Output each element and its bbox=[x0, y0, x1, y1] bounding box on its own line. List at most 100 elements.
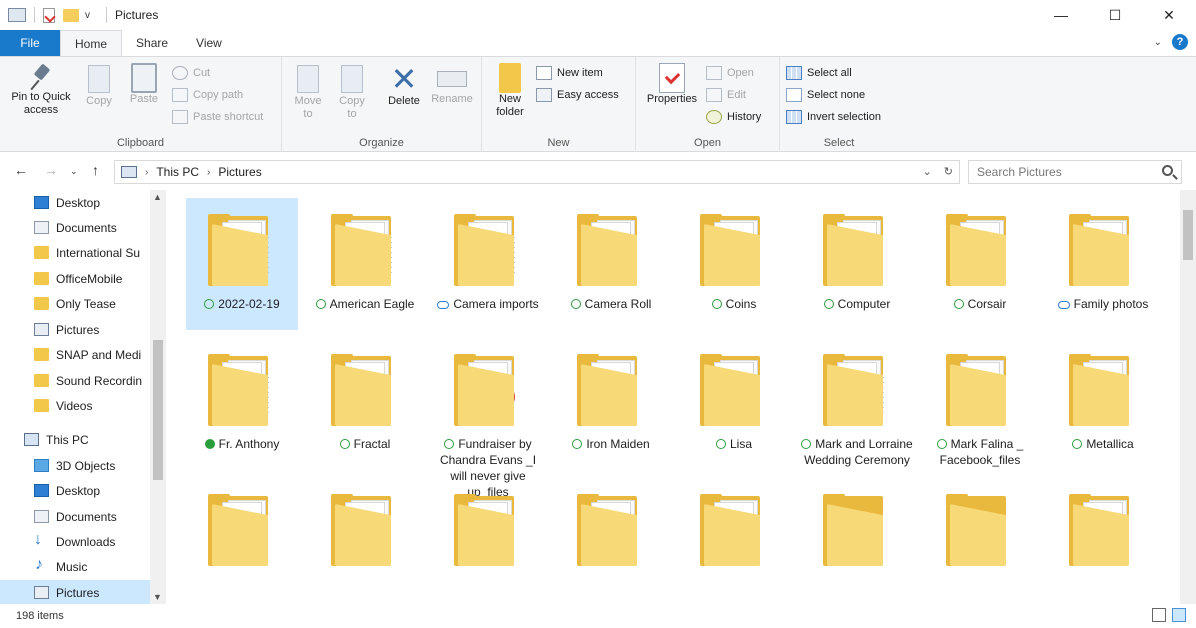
rename-button[interactable]: Rename bbox=[428, 63, 476, 106]
open-button[interactable]: Open bbox=[706, 63, 754, 83]
folder-item[interactable]: Corsair bbox=[924, 198, 1036, 330]
content-scrollbar[interactable] bbox=[1180, 190, 1196, 604]
folder-item[interactable]: Camera imports bbox=[432, 198, 544, 330]
copy-path-button[interactable]: Copy path bbox=[172, 85, 243, 105]
sidebar-item-pictures[interactable]: Pictures bbox=[0, 580, 152, 604]
help-icon[interactable]: ? bbox=[1172, 34, 1188, 50]
folder-name-text: Corsair bbox=[967, 297, 1007, 311]
up-arrow-icon[interactable]: ↑ bbox=[92, 162, 99, 178]
history-button[interactable]: History bbox=[706, 107, 761, 127]
pin-to-quick-access-button[interactable]: Pin to Quick access bbox=[6, 63, 76, 117]
recent-locations-chevron-icon[interactable]: ⌄ bbox=[70, 166, 78, 177]
folder-item[interactable]: Fundraiser by Chandra Evans _I will neve… bbox=[432, 338, 544, 499]
maximize-button[interactable]: ☐ bbox=[1088, 0, 1142, 30]
select-all-button[interactable]: Select all bbox=[786, 63, 852, 83]
folder-item[interactable] bbox=[924, 478, 1036, 604]
folder-item[interactable] bbox=[1047, 478, 1159, 604]
cut-button[interactable]: Cut bbox=[172, 63, 210, 83]
breadcrumb-pictures[interactable]: Pictures bbox=[218, 165, 261, 179]
folder-item[interactable]: Iron Maiden bbox=[555, 338, 667, 470]
sidebar-item-international-su[interactable]: International Su bbox=[0, 240, 152, 265]
tab-view[interactable]: View bbox=[182, 30, 236, 56]
back-arrow-icon[interactable]: ← bbox=[14, 162, 28, 178]
sidebar-item-pictures[interactable]: Pictures bbox=[0, 317, 152, 342]
folder-item[interactable] bbox=[309, 478, 421, 604]
new-folder-quick-icon[interactable] bbox=[63, 8, 79, 22]
breadcrumb-this-pc[interactable]: This PC bbox=[156, 165, 199, 179]
folder-item[interactable]: Computer bbox=[801, 198, 913, 330]
address-bar[interactable]: › This PC › Pictures ⌄ ↻ bbox=[114, 160, 960, 184]
folder-item[interactable]: Mark and Lorraine Wedding Ceremony bbox=[801, 338, 913, 470]
sidebar-item-downloads[interactable]: Downloads bbox=[0, 529, 152, 554]
pictures-icon bbox=[34, 323, 49, 336]
folder-item[interactable]: Camera Roll bbox=[555, 198, 667, 330]
new-folder-button[interactable]: New folder bbox=[488, 63, 532, 119]
collapse-ribbon-icon[interactable]: ⌄ bbox=[1154, 37, 1162, 48]
folder-item[interactable] bbox=[801, 478, 913, 604]
invert-selection-button[interactable]: Invert selection bbox=[786, 107, 881, 127]
minimize-button[interactable]: — bbox=[1034, 0, 1088, 30]
folder-item[interactable]: Mark Falina _ Facebook_files bbox=[924, 338, 1036, 470]
delete-button[interactable]: ✕ Delete bbox=[382, 63, 426, 108]
sidebar-item-3d-objects[interactable]: 3D Objects bbox=[0, 453, 152, 478]
navigation-pane-scrollbar[interactable]: ▲ ▼ bbox=[150, 190, 166, 604]
cloud-status-icon bbox=[1057, 301, 1070, 309]
scroll-up-icon[interactable]: ▲ bbox=[153, 192, 162, 202]
search-input[interactable]: Search Pictures bbox=[968, 160, 1182, 184]
folder-item[interactable]: Metallica bbox=[1047, 338, 1159, 470]
details-view-button[interactable] bbox=[1152, 608, 1166, 622]
explorer-window-icon[interactable] bbox=[8, 8, 26, 22]
sidebar-item-documents[interactable]: Documents bbox=[0, 215, 152, 240]
copy-button[interactable]: Copy bbox=[80, 63, 118, 108]
edit-button[interactable]: Edit bbox=[706, 85, 746, 105]
easy-access-button[interactable]: Easy access bbox=[536, 85, 619, 105]
sidebar-item-this-pc[interactable]: This PC bbox=[0, 427, 152, 452]
properties-button[interactable]: Properties bbox=[642, 63, 702, 106]
breadcrumb-separator[interactable]: › bbox=[207, 167, 210, 178]
paste-button[interactable]: Paste bbox=[124, 63, 164, 106]
sidebar-item-sound-recordin[interactable]: Sound Recordin bbox=[0, 368, 152, 393]
sidebar-item-desktop[interactable]: Desktop bbox=[0, 478, 152, 503]
navigation-scroll-thumb[interactable] bbox=[153, 340, 163, 480]
large-icons-view-button[interactable] bbox=[1172, 608, 1186, 622]
folder-item[interactable] bbox=[555, 478, 667, 604]
folder-item[interactable]: Lisa bbox=[678, 338, 790, 470]
move-to-button[interactable]: Move to bbox=[288, 63, 328, 121]
folder-item[interactable] bbox=[186, 478, 298, 604]
address-history-chevron-icon[interactable]: ⌄ bbox=[923, 165, 932, 178]
properties-quick-icon[interactable] bbox=[43, 7, 55, 23]
sidebar-item-desktop[interactable]: Desktop bbox=[0, 190, 152, 215]
folder-item[interactable]: Coins bbox=[678, 198, 790, 330]
copy-to-button[interactable]: Copy to bbox=[332, 63, 372, 121]
folder-item[interactable]: American Eagle bbox=[309, 198, 421, 330]
sidebar-item-documents[interactable]: Documents bbox=[0, 504, 152, 529]
folder-item[interactable] bbox=[432, 478, 544, 604]
tab-file[interactable]: File bbox=[0, 30, 60, 56]
sidebar-item-snap-and-medi[interactable]: SNAP and Medi bbox=[0, 342, 152, 367]
paste-shortcut-button[interactable]: Paste shortcut bbox=[172, 107, 263, 127]
tab-share[interactable]: Share bbox=[122, 30, 182, 56]
sidebar-item-only-tease[interactable]: Only Tease bbox=[0, 291, 152, 316]
scroll-down-icon[interactable]: ▼ bbox=[153, 592, 162, 602]
folder-item[interactable]: Fractal bbox=[309, 338, 421, 470]
sidebar-item-officemobile[interactable]: OfficeMobile bbox=[0, 266, 152, 291]
tab-home[interactable]: Home bbox=[60, 30, 123, 56]
content-scroll-thumb[interactable] bbox=[1183, 210, 1193, 260]
forward-arrow-icon[interactable]: → bbox=[44, 162, 58, 178]
sync-status-icon bbox=[204, 439, 215, 449]
folder-item[interactable]: 2022-02-19 bbox=[186, 198, 298, 330]
sidebar-item-music[interactable]: Music bbox=[0, 554, 152, 579]
sidebar-item-label: Documents bbox=[56, 509, 117, 524]
sidebar-item-videos[interactable]: Videos bbox=[0, 393, 152, 418]
edit-label: Edit bbox=[727, 89, 746, 101]
close-button[interactable]: ✕ bbox=[1142, 0, 1196, 30]
select-none-button[interactable]: Select none bbox=[786, 85, 865, 105]
breadcrumb-separator[interactable]: › bbox=[145, 167, 148, 178]
invert-selection-label: Invert selection bbox=[807, 111, 881, 123]
folder-item[interactable] bbox=[678, 478, 790, 604]
folder-item[interactable]: Fr. Anthony bbox=[186, 338, 298, 470]
folder-item[interactable]: Family photos bbox=[1047, 198, 1159, 330]
new-item-button[interactable]: New item bbox=[536, 63, 603, 83]
customize-quick-access-dropdown[interactable]: v bbox=[85, 10, 90, 21]
refresh-icon[interactable]: ↻ bbox=[944, 165, 953, 178]
